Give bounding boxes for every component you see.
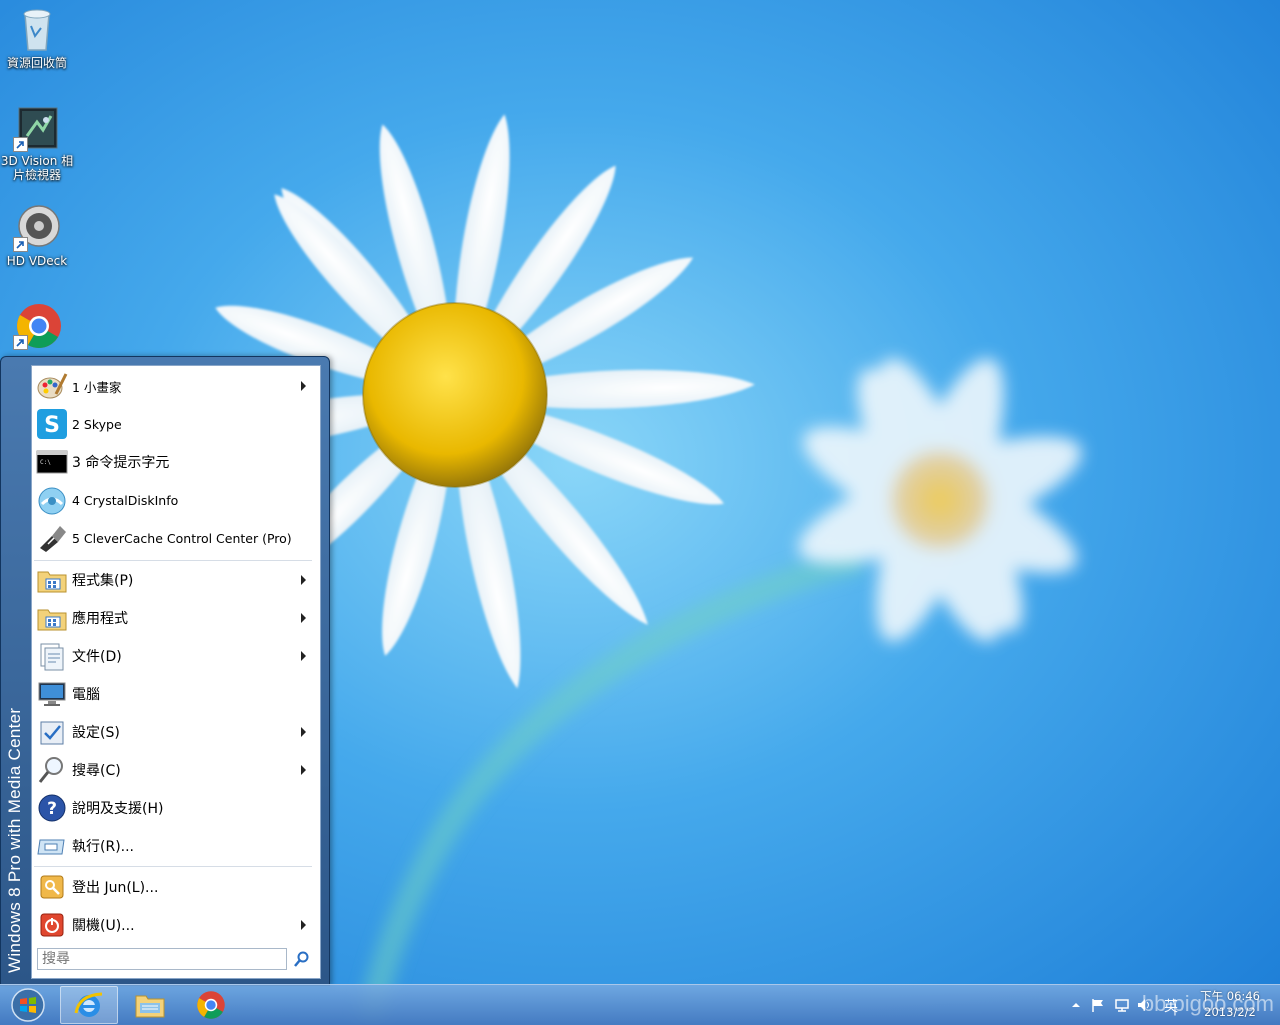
menu-item-apps[interactable]: 應用程式 — [34, 600, 316, 636]
menu-item-programs[interactable]: 程式集(P) — [34, 562, 316, 598]
desktop-icon-label: HD VDeck — [6, 254, 68, 268]
run-icon — [37, 839, 65, 855]
menu-item-documents[interactable]: 文件(D) — [34, 638, 316, 674]
menu-item-label: 文件(D) — [72, 649, 122, 665]
help-icon: ? — [38, 794, 66, 822]
start-orb-icon — [11, 988, 45, 1022]
network-icon[interactable] — [1114, 997, 1130, 1013]
start-menu-search-input[interactable] — [37, 948, 287, 970]
desktop-icon-3d-vision[interactable]: 3D Vision 相片檢視器 — [0, 104, 74, 182]
menu-item-label: 執行(R)... — [72, 839, 135, 855]
taskbar-ie-button[interactable] — [60, 986, 118, 1024]
menu-item-shutdown[interactable]: 關機(U)... — [34, 907, 316, 943]
start-menu-panel: 1 小畫家 S 2 Skype C:\ 3 命令提示字元 4 CrystalDi… — [31, 365, 321, 979]
menu-item-label: 搜尋(C) — [72, 763, 121, 779]
menu-item-label: 2 Skype — [72, 416, 122, 432]
menu-item-cmd[interactable]: C:\ 3 命令提示字元 — [34, 444, 316, 480]
internet-explorer-icon — [74, 992, 103, 1017]
submenu-arrow-icon — [301, 651, 306, 661]
menu-item-computer[interactable]: 電腦 — [34, 676, 316, 712]
shortcut-arrow-icon — [13, 137, 28, 152]
menu-item-label: 4 CrystalDiskInfo — [72, 492, 179, 508]
skype-icon: S — [37, 409, 67, 439]
apps-folder-icon — [37, 609, 67, 631]
menu-item-skype[interactable]: S 2 Skype — [34, 406, 316, 442]
clevercache-icon — [40, 526, 66, 552]
menu-item-label: 程式集(P) — [72, 573, 134, 589]
menu-item-label: 說明及支援(H) — [72, 801, 164, 817]
action-center-flag-icon[interactable] — [1090, 997, 1106, 1013]
submenu-arrow-icon — [301, 920, 306, 930]
menu-item-search[interactable]: 搜尋(C) — [34, 752, 316, 788]
menu-item-label: 登出 Jun(L)... — [72, 880, 159, 896]
menu-item-clevercache[interactable]: 5 CleverCache Control Center (Pro) — [34, 520, 316, 556]
chrome-icon — [197, 991, 225, 1019]
menu-item-label: 關機(U)... — [72, 918, 135, 934]
svg-text:S: S — [44, 413, 60, 438]
desktop-icon-recycle-bin[interactable]: 資源回收筒 — [0, 6, 74, 70]
menu-item-logoff[interactable]: 登出 Jun(L)... — [34, 869, 316, 905]
start-menu-edition-label: Windows 8 Pro with Media Center — [5, 707, 24, 973]
menu-item-label: 1 小畫家 — [72, 379, 122, 395]
menu-item-settings[interactable]: 設定(S) — [34, 714, 316, 750]
programs-folder-icon — [37, 571, 67, 593]
svg-text:?: ? — [47, 799, 57, 819]
desktop-icon-hd-vdeck[interactable]: HD VDeck — [0, 204, 74, 268]
show-hidden-icons-chevron-icon[interactable] — [1068, 997, 1084, 1013]
shortcut-arrow-icon — [13, 237, 28, 252]
menu-item-run[interactable]: 執行(R)... — [34, 828, 316, 864]
watermark-text: bb pigoo.com — [1141, 991, 1274, 1016]
submenu-arrow-icon — [301, 575, 306, 585]
desktop-icon-label: 資源回收筒 — [6, 56, 67, 70]
search-magnifier-icon — [38, 757, 63, 783]
menu-item-label: 應用程式 — [72, 611, 128, 627]
computer-icon — [38, 682, 66, 706]
start-menu-sidebar: Windows 8 Pro with Media Center — [3, 373, 29, 973]
desktop-icon-chrome[interactable] — [0, 302, 74, 352]
taskbar: 英 下午 06:46 2013/2/2 bb pigoo.com — [0, 984, 1280, 1025]
menu-item-label: 電腦 — [72, 687, 100, 703]
paint-icon — [37, 373, 68, 399]
desktop-icon-label: 3D Vision 相片檢視器 — [0, 154, 74, 182]
taskbar-explorer-button[interactable] — [121, 986, 179, 1024]
crystaldiskinfo-icon — [38, 487, 66, 515]
start-menu: Windows 8 Pro with Media Center 1 小畫家 S … — [0, 356, 330, 986]
hd-vdeck-icon — [13, 204, 61, 252]
cmd-icon: C:\ — [36, 450, 68, 474]
submenu-arrow-icon — [301, 765, 306, 775]
shortcut-arrow-icon — [13, 335, 28, 350]
chrome-icon — [13, 302, 61, 350]
menu-item-label: 5 CleverCache Control Center (Pro) — [72, 530, 292, 546]
submenu-arrow-icon — [301, 727, 306, 737]
settings-icon — [40, 721, 64, 745]
logoff-icon — [40, 875, 64, 899]
taskbar-chrome-button[interactable] — [182, 986, 240, 1024]
menu-item-label: 3 命令提示字元 — [72, 455, 170, 471]
menu-separator — [34, 560, 312, 561]
shutdown-icon — [40, 913, 64, 937]
menu-item-paint[interactable]: 1 小畫家 — [34, 368, 316, 404]
svg-text:C:\: C:\ — [40, 459, 51, 466]
documents-icon — [40, 643, 64, 671]
menu-item-label: 設定(S) — [72, 725, 120, 741]
submenu-arrow-icon — [301, 381, 306, 391]
3d-vision-icon — [13, 104, 61, 152]
recycle-bin-icon — [13, 6, 61, 54]
menu-item-crystaldiskinfo[interactable]: 4 CrystalDiskInfo — [34, 482, 316, 518]
menu-item-help[interactable]: ? 說明及支援(H) — [34, 790, 316, 826]
search-icon[interactable] — [293, 950, 311, 968]
menu-separator — [34, 866, 312, 867]
submenu-arrow-icon — [301, 613, 306, 623]
start-button[interactable] — [0, 986, 56, 1024]
file-explorer-icon — [135, 995, 165, 1018]
